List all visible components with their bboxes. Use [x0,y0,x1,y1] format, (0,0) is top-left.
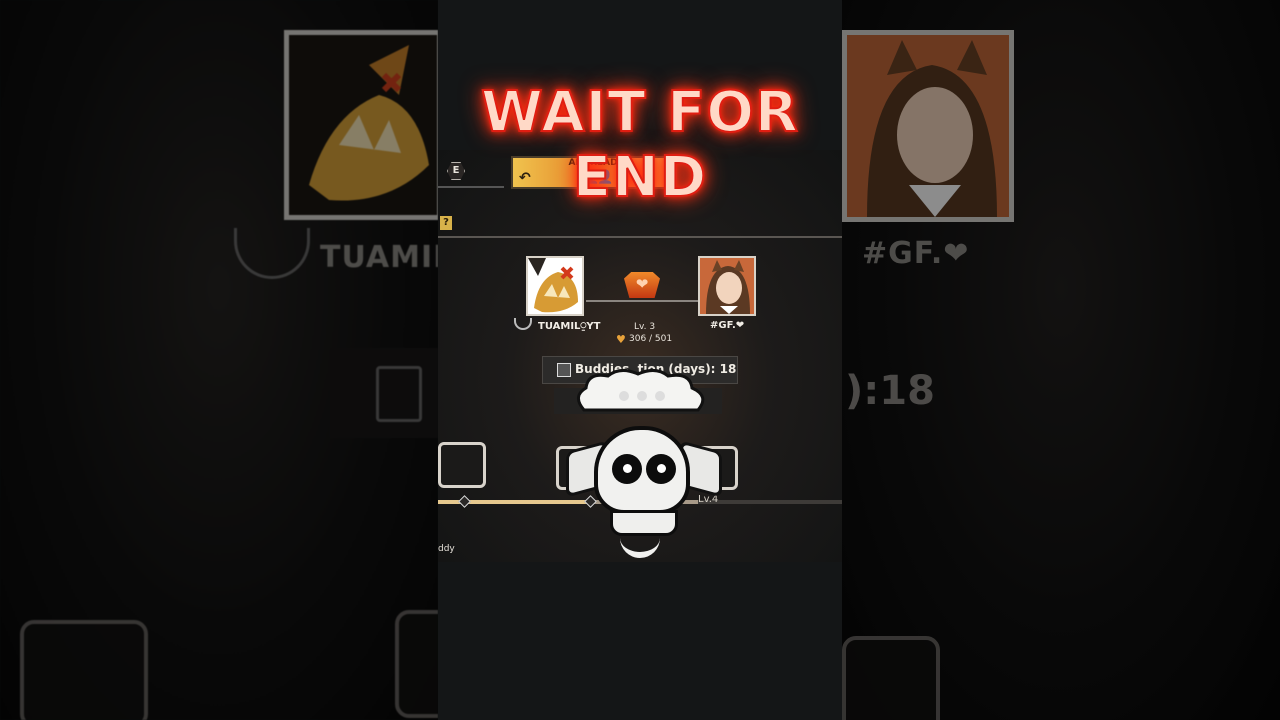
player-right-name: #GF.❤ [710,320,745,331]
background-right: #GF.❤ ):18 [842,0,1280,720]
video-title: WAIT FOR END [480,79,800,211]
player-right-avatar[interactable] [698,256,756,316]
heart-wing-icon: ❤ [624,272,660,298]
bond-level: Lv. 3 [634,322,656,332]
game-screen: E ALL READY ↶ 👤👤 ? ❤ TUAMIL⍜YT #GF.❤ Lv.… [438,0,842,720]
background-left: TUAMIL [0,0,438,720]
bottom-area [438,562,842,720]
chest-icon[interactable] [438,442,486,488]
player-left-name: TUAMIL⍜YT [538,321,601,332]
progress-heart-icon: ♥ [616,333,626,346]
player-left-avatar[interactable] [526,256,584,316]
help-icon[interactable]: ? [440,216,452,230]
divider [438,236,842,238]
skull-icon [566,366,722,558]
bond-progress: 306 / 501 [629,334,673,344]
reward-track-remaining [698,500,842,504]
buddy-label: ddy [438,544,455,554]
bond-connector-line [586,300,698,302]
